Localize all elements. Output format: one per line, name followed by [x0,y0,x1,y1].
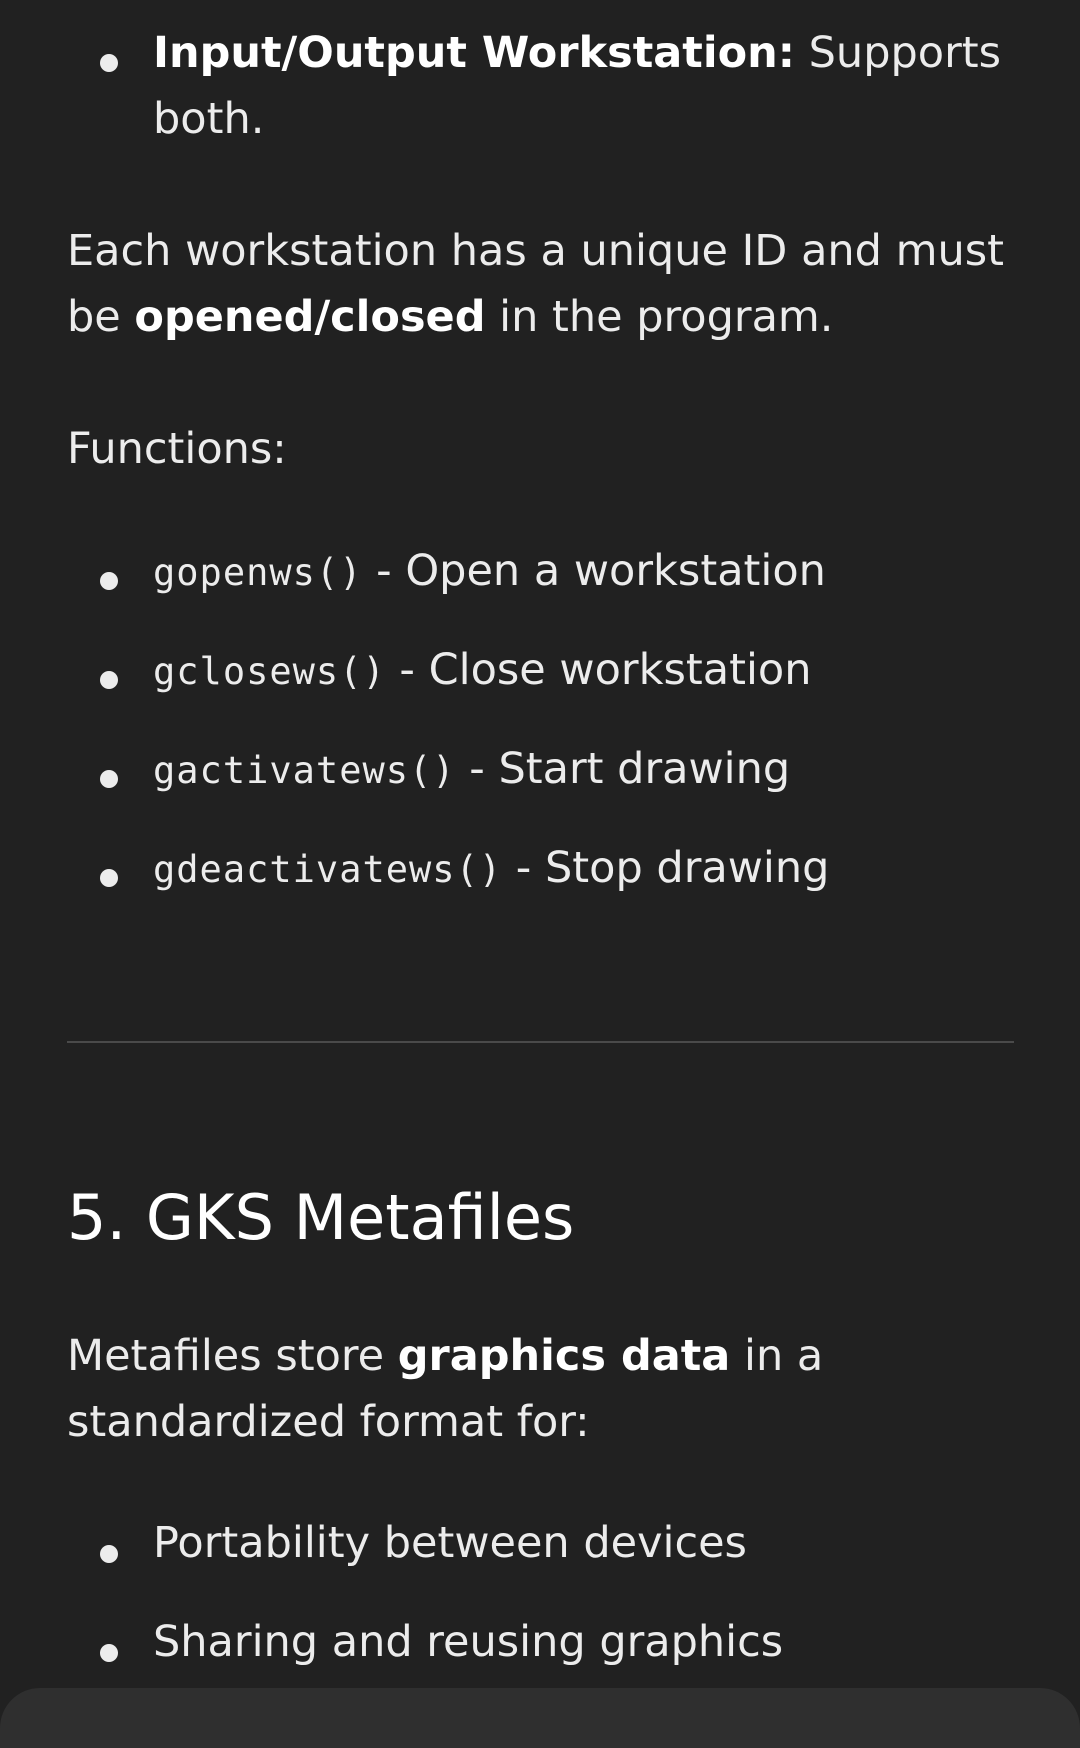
graphics-data-emphasis: graphics data [397,1331,731,1381]
functions-label: Functions: [67,424,287,474]
text-fragment: be [67,292,135,342]
horizontal-divider [67,1041,1014,1043]
bullet-dot [100,1644,118,1662]
io-workstation-label: Input/Output Workstation: [153,28,795,78]
function-description: - Stop drawing [502,843,830,893]
function-description: - Close workstation [385,645,812,695]
bullet-dot [100,1545,118,1563]
function-code: gopenws() [153,551,363,594]
metafiles-paragraph-line2: standardized format for: [67,1397,590,1447]
list-item-text: Portability between devices [153,1518,747,1568]
text-fragment: Metafiles store [67,1331,398,1381]
function-code: gactivatews() [153,749,456,792]
opened-closed-emphasis: opened/closed [134,292,486,342]
bottom-composer-panel[interactable] [0,1688,1080,1748]
bullet-dot [100,572,118,590]
list-item-text: Sharing and reusing graphics [153,1617,784,1667]
workstation-paragraph-line1: Each workstation has a unique ID and mus… [67,226,1005,276]
function-code: gclosews() [153,650,386,693]
function-code: gdeactivatews() [153,848,503,891]
text-fragment: in the program. [485,292,834,342]
function-description: - Start drawing [455,744,791,794]
metafiles-paragraph-line1: Metafiles store graphics data in a [67,1323,823,1389]
bullet-dot [100,770,118,788]
function-description: - Open a workstation [362,546,826,596]
bullet-dot [100,671,118,689]
section-heading: 5. GKS Metafiles [67,1181,575,1254]
io-workstation-text-line1: Supports [808,28,1002,78]
bullet-dot [100,869,118,887]
io-workstation-text-line2: both. [153,94,265,144]
bullet-dot [100,54,118,72]
text-fragment: in a [730,1331,824,1381]
workstation-paragraph-line2: be opened/closed in the program. [67,284,833,350]
